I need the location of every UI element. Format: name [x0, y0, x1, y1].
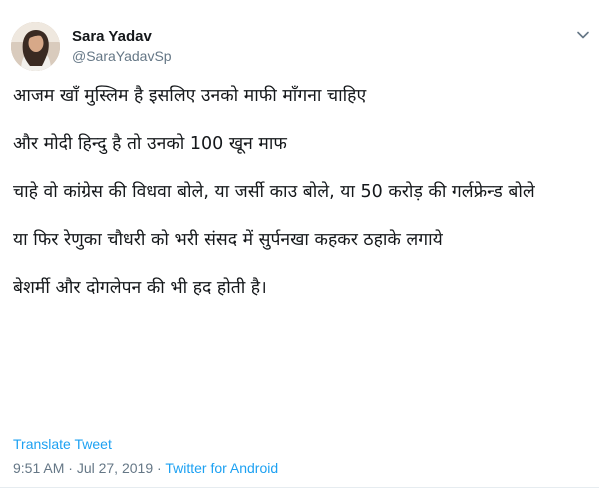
tweet-meta: 9:51 AM · Jul 27, 2019 · Twitter for And… — [13, 460, 278, 476]
tweet-paragraph: और मोदी हिन्दु है तो उनको 100 खून माफ — [13, 134, 287, 154]
tweet-card: Sara Yadav @SaraYadavSp आजम खाँ मुस्लिम … — [0, 0, 599, 492]
tweet-text: आजम खाँ मुस्लिम है इसलिए उनको माफी माँगन… — [13, 82, 588, 322]
profile-photo-icon — [11, 22, 60, 71]
divider — [0, 487, 599, 488]
user-handle[interactable]: @SaraYadavSp — [72, 48, 172, 64]
tweet-paragraph: आजम खाँ मुस्लिम है इसलिए उनको माफी माँगन… — [13, 86, 367, 106]
tweet-time[interactable]: 9:51 AM — [13, 460, 64, 476]
meta-separator: · — [153, 460, 166, 476]
tweet-source-link[interactable]: Twitter for Android — [165, 460, 278, 476]
tweet-date[interactable]: Jul 27, 2019 — [77, 460, 153, 476]
translate-tweet-link[interactable]: Translate Tweet — [13, 436, 112, 452]
tweet-paragraph: या फिर रेणुका चौधरी को भरी संसद में सुर्… — [13, 230, 443, 250]
display-name[interactable]: Sara Yadav — [72, 28, 152, 45]
chevron-down-icon[interactable] — [574, 26, 592, 44]
tweet-paragraph: चाहे वो कांग्रेस की विधवा बोले, या जर्सी… — [13, 182, 535, 202]
avatar[interactable] — [11, 22, 60, 71]
tweet-paragraph: बेशर्मी और दोगलेपन की भी हद होती है। — [13, 278, 267, 298]
meta-separator: · — [64, 460, 77, 476]
